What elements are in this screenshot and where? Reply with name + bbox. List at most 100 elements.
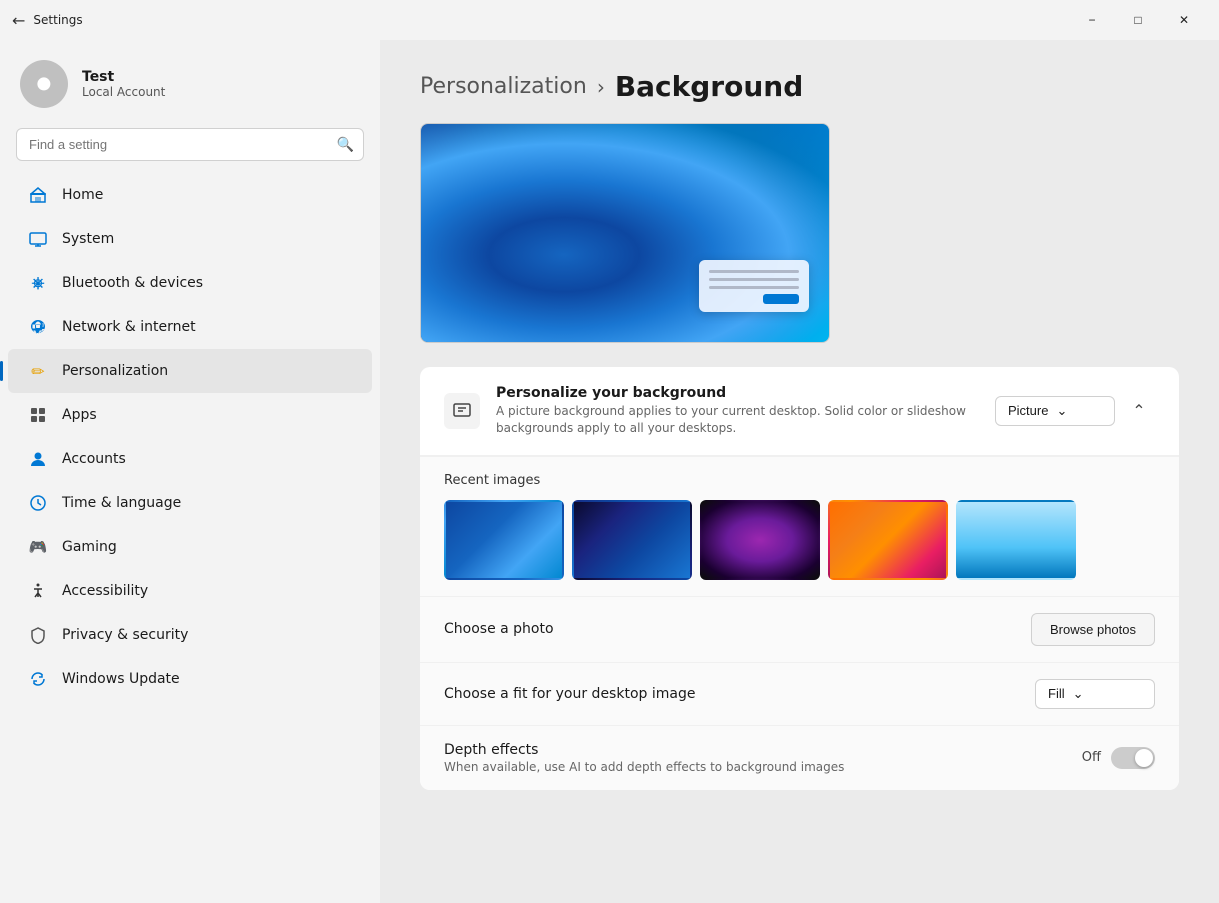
app-body: ⚫ Test Local Account 🔍 Home — [0, 40, 1219, 903]
recent-image-3[interactable] — [700, 500, 820, 580]
search-input[interactable] — [16, 128, 364, 161]
breadcrumb-current: Background — [615, 70, 803, 103]
recent-image-5[interactable] — [956, 500, 1076, 580]
avatar-icon: ⚫ — [32, 68, 55, 101]
sidebar-item-gaming[interactable]: 🎮 Gaming — [8, 525, 372, 569]
sidebar-item-accessibility[interactable]: Accessibility — [8, 569, 372, 613]
recent-image-1[interactable] — [444, 500, 564, 580]
background-preview — [420, 123, 830, 343]
user-info: Test Local Account — [82, 69, 165, 99]
main-content: Personalization › Background Persona — [380, 40, 1219, 903]
depth-effects-section: Depth effects When available, use AI to … — [420, 726, 1179, 790]
sidebar-item-privacy[interactable]: Privacy & security — [8, 613, 372, 657]
search-icon: 🔍 — [337, 137, 354, 153]
fit-dropdown-value: Fill — [1048, 686, 1065, 701]
personalize-title: Personalize your background — [496, 385, 979, 401]
sidebar-item-label-personalization: Personalization — [62, 363, 168, 379]
dialog-button — [763, 294, 799, 304]
sidebar-item-label-gaming: Gaming — [62, 539, 117, 555]
recent-images-label: Recent images — [444, 473, 1155, 488]
update-icon — [28, 669, 48, 689]
sidebar-item-label-accessibility: Accessibility — [62, 583, 148, 599]
sidebar-item-bluetooth[interactable]: ⎈ Bluetooth & devices — [8, 261, 372, 305]
fit-label: Choose a fit for your desktop image — [444, 686, 695, 702]
back-icon[interactable]: ← — [12, 11, 25, 30]
dialog-line-1 — [709, 270, 799, 273]
sidebar-item-label-bluetooth: Bluetooth & devices — [62, 275, 203, 291]
fit-chevron-down-icon: ⌄ — [1073, 686, 1084, 702]
bluetooth-icon: ⎈ — [28, 273, 48, 293]
sidebar-item-label-time: Time & language — [62, 495, 181, 511]
sidebar: ⚫ Test Local Account 🔍 Home — [0, 40, 380, 903]
settings-card: Personalize your background A picture ba… — [420, 367, 1179, 790]
breadcrumb-parent[interactable]: Personalization — [420, 74, 587, 99]
fit-dropdown[interactable]: Fill ⌄ — [1035, 679, 1155, 709]
preview-dialog — [699, 260, 809, 312]
background-type-dropdown[interactable]: Picture ⌄ — [995, 396, 1115, 426]
chevron-down-icon: ⌄ — [1056, 403, 1067, 419]
network-icon — [28, 317, 48, 337]
sidebar-item-label-system: System — [62, 231, 114, 247]
user-profile[interactable]: ⚫ Test Local Account — [0, 40, 380, 128]
sidebar-item-label-accounts: Accounts — [62, 451, 126, 467]
toggle-label: Off — [1082, 750, 1101, 765]
expanded-section: Recent images Choose a photo Browse phot… — [420, 456, 1179, 790]
sidebar-item-label-home: Home — [62, 187, 103, 203]
close-button[interactable]: ✕ — [1161, 4, 1207, 36]
breadcrumb-separator: › — [597, 75, 605, 99]
window-controls: − □ ✕ — [1069, 4, 1207, 36]
sidebar-item-apps[interactable]: Apps — [8, 393, 372, 437]
choose-photo-label: Choose a photo — [444, 621, 554, 637]
recent-image-4[interactable] — [828, 500, 948, 580]
recent-image-2[interactable] — [572, 500, 692, 580]
sidebar-item-label-apps: Apps — [62, 407, 97, 423]
choose-photo-section: Choose a photo Browse photos — [420, 597, 1179, 663]
depth-title: Depth effects — [444, 742, 1082, 758]
sidebar-item-label-update: Windows Update — [62, 671, 180, 687]
breadcrumb: Personalization › Background — [420, 70, 1179, 103]
personalization-icon: ✏ — [28, 361, 48, 381]
accessibility-icon — [28, 581, 48, 601]
nav-list: Home System ⎈ Bluetooth & devices Networ… — [0, 173, 380, 903]
collapse-button[interactable]: ⌃ — [1123, 395, 1155, 427]
home-icon — [28, 185, 48, 205]
sidebar-item-time[interactable]: Time & language — [8, 481, 372, 525]
depth-info: Depth effects When available, use AI to … — [444, 742, 1082, 774]
gaming-icon: 🎮 — [28, 537, 48, 557]
system-icon — [28, 229, 48, 249]
accounts-icon — [28, 449, 48, 469]
personalize-control: Picture ⌄ ⌃ — [995, 395, 1155, 427]
sidebar-item-system[interactable]: System — [8, 217, 372, 261]
dialog-line-2 — [709, 278, 799, 281]
recent-images-grid — [444, 500, 1155, 580]
sidebar-item-home[interactable]: Home — [8, 173, 372, 217]
titlebar-title: Settings — [33, 13, 82, 27]
sidebar-item-update[interactable]: Windows Update — [8, 657, 372, 701]
sidebar-item-accounts[interactable]: Accounts — [8, 437, 372, 481]
sidebar-item-personalization[interactable]: ✏ Personalization — [8, 349, 372, 393]
personalize-section: Personalize your background A picture ba… — [420, 367, 1179, 456]
titlebar: ← Settings − □ ✕ — [0, 0, 1219, 40]
personalize-desc: A picture background applies to your cur… — [496, 403, 979, 437]
dropdown-value: Picture — [1008, 403, 1048, 418]
personalize-info: Personalize your background A picture ba… — [496, 385, 979, 437]
toggle-knob — [1135, 749, 1153, 767]
browse-photos-button[interactable]: Browse photos — [1031, 613, 1155, 646]
fit-section: Choose a fit for your desktop image Fill… — [420, 663, 1179, 726]
apps-icon — [28, 405, 48, 425]
time-icon — [28, 493, 48, 513]
search-box: 🔍 — [16, 128, 364, 161]
dialog-line-3 — [709, 286, 799, 289]
sidebar-item-label-privacy: Privacy & security — [62, 627, 188, 643]
maximize-button[interactable]: □ — [1115, 4, 1161, 36]
personalize-icon — [444, 393, 480, 429]
user-subtitle: Local Account — [82, 85, 165, 99]
toggle-wrap: Off — [1082, 747, 1155, 769]
sidebar-item-network[interactable]: Network & internet — [8, 305, 372, 349]
user-name: Test — [82, 69, 165, 85]
depth-effects-toggle[interactable] — [1111, 747, 1155, 769]
privacy-icon — [28, 625, 48, 645]
depth-desc: When available, use AI to add depth effe… — [444, 760, 1082, 774]
minimize-button[interactable]: − — [1069, 4, 1115, 36]
avatar: ⚫ — [20, 60, 68, 108]
